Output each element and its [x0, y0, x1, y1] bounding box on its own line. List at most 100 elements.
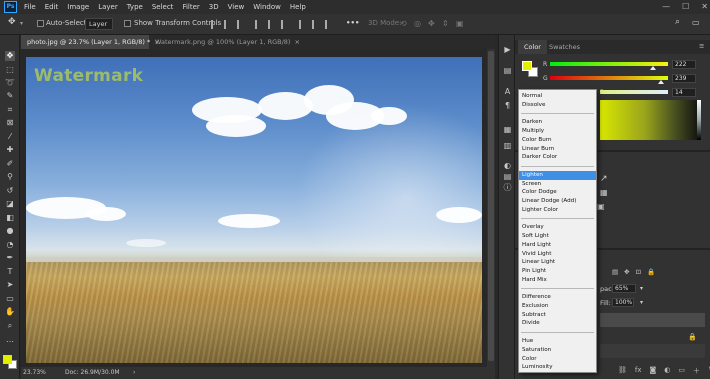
chevron-down-icon[interactable]: ▾	[640, 285, 643, 292]
menu-item-edit[interactable]: Edit	[45, 0, 59, 14]
align-top-icon[interactable]	[255, 20, 262, 29]
edit-toolbar-icon[interactable]: …	[5, 335, 15, 345]
character-icon[interactable]: A	[503, 87, 512, 96]
type-tool-icon[interactable]: T	[5, 267, 15, 277]
eraser-tool-icon[interactable]: ◪	[5, 199, 15, 209]
green-slider[interactable]	[550, 76, 668, 80]
zoom-level[interactable]: 23.73%	[23, 367, 46, 379]
close-window-button[interactable]: ✕	[701, 0, 708, 14]
auto-select-target-select[interactable]: Layer	[85, 18, 113, 30]
quick-select-tool-icon[interactable]: ✎	[5, 91, 15, 101]
properties-icon[interactable]: ▥	[503, 141, 512, 150]
auto-select-checkbox[interactable]	[37, 20, 44, 27]
green-value-input[interactable]: 239	[672, 74, 696, 83]
blend-mode-color[interactable]: Color	[519, 355, 596, 364]
adjustments-icon[interactable]: ◐	[503, 161, 512, 170]
document-canvas[interactable]: Watermark	[26, 57, 482, 363]
more-options-button[interactable]: •••	[346, 19, 359, 27]
blend-mode-normal[interactable]: Normal	[519, 92, 596, 101]
paragraph-icon[interactable]: ¶	[503, 101, 512, 110]
healing-brush-tool-icon[interactable]: ✚	[5, 145, 15, 155]
align-middle-icon[interactable]	[268, 20, 275, 29]
dodge-tool-icon[interactable]: ◔	[5, 240, 15, 250]
red-slider-caret[interactable]	[650, 66, 656, 70]
status-menu-arrow[interactable]: ›	[133, 367, 135, 379]
chevron-down-icon[interactable]: ▾	[20, 20, 23, 27]
align-center-icon[interactable]	[224, 20, 231, 29]
menu-item-type[interactable]: Type	[127, 0, 143, 14]
3d-roll-icon[interactable]: ◎	[414, 19, 421, 28]
zoom-tool-icon[interactable]: ⌕	[5, 321, 15, 331]
tab-swatches[interactable]: Swatches	[543, 40, 586, 54]
menu-item-3d[interactable]: 3D	[209, 0, 219, 14]
blue-value-input[interactable]: 14	[672, 88, 696, 97]
blend-mode-linear-light[interactable]: Linear Light	[519, 258, 596, 267]
blend-mode-multiply[interactable]: Multiply	[519, 127, 596, 136]
align-left-icon[interactable]	[211, 20, 218, 29]
red-value-input[interactable]: 222	[672, 60, 696, 69]
blend-mode-darker-color[interactable]: Darker Color	[519, 153, 596, 162]
close-tab-icon[interactable]: ×	[294, 38, 299, 46]
panel-foreground-swatch[interactable]	[522, 61, 532, 71]
menu-item-view[interactable]: View	[228, 0, 245, 14]
move-tool-icon[interactable]: ✥	[8, 17, 16, 27]
history-icon[interactable]: ▤	[503, 66, 512, 75]
menu-item-select[interactable]: Select	[152, 0, 174, 14]
blend-mode-color-burn[interactable]: Color Burn	[519, 136, 596, 145]
3d-slide-icon[interactable]: ⇕	[442, 19, 449, 28]
blend-mode-difference[interactable]: Difference	[519, 293, 596, 302]
brush-tool-icon[interactable]: ✐	[5, 159, 15, 169]
distribute-middle-icon[interactable]	[312, 20, 319, 29]
pen-tool-icon[interactable]: ✒	[5, 253, 15, 263]
adjustments-gradient-icon[interactable]: ▣	[597, 202, 605, 211]
chevron-down-icon[interactable]: ▾	[640, 299, 643, 306]
styles-icon[interactable]: ▤	[503, 172, 512, 181]
blend-mode-soft-light[interactable]: Soft Light	[519, 232, 596, 241]
hand-tool-icon[interactable]: ✋	[5, 307, 15, 317]
blend-mode-lighter-color[interactable]: Lighter Color	[519, 206, 596, 215]
spectrum-ramp[interactable]	[697, 100, 701, 140]
blur-tool-icon[interactable]: ●	[5, 226, 15, 236]
libraries-icon[interactable]: ▦	[503, 125, 512, 134]
color-spectrum[interactable]	[600, 100, 700, 140]
new-group-icon[interactable]: ▭	[678, 366, 685, 379]
show-transform-checkbox[interactable]	[124, 20, 131, 27]
tab-photo-jpg[interactable]: photo.jpg @ 23.7% (Layer 1, RGB/8) * ×	[21, 35, 160, 49]
frame-tool-icon[interactable]: ⊠	[5, 118, 15, 128]
link-layers-icon[interactable]: ⛓	[618, 366, 627, 379]
blend-mode-saturation[interactable]: Saturation	[519, 346, 596, 355]
distribute-bottom-icon[interactable]	[325, 20, 332, 29]
blend-mode-lighten[interactable]: Lighten	[519, 170, 596, 180]
adjustments-curve-icon[interactable]: ↗	[600, 174, 608, 184]
3d-rotate-icon[interactable]: ⟲	[400, 19, 407, 28]
panel-menu-icon[interactable]: ≡	[699, 42, 704, 50]
minimize-button[interactable]: —	[662, 0, 670, 14]
blend-mode-dissolve[interactable]: Dissolve	[519, 101, 596, 110]
vertical-scrollbar[interactable]	[487, 49, 495, 367]
blend-mode-divide[interactable]: Divide	[519, 319, 596, 328]
distribute-top-icon[interactable]	[299, 20, 306, 29]
blend-mode-pin-light[interactable]: Pin Light	[519, 267, 596, 276]
tab-watermark-png[interactable]: Watermark.png @ 100% (Layer 1, RGB/8) ×	[149, 35, 307, 49]
layer-lock-icons[interactable]: ▤✥⊡🔒	[612, 268, 661, 276]
workspace-icon[interactable]: ▭	[692, 18, 700, 27]
play-icon[interactable]: ▶	[503, 45, 512, 54]
blend-mode-screen[interactable]: Screen	[519, 180, 596, 189]
paint-bucket-tool-icon[interactable]: ◧	[5, 213, 15, 223]
watermark-text[interactable]: Watermark	[34, 66, 143, 86]
marquee-tool-icon[interactable]: ⬚	[5, 65, 15, 75]
layer-style-icon[interactable]: fx	[635, 366, 642, 379]
scrollbar-thumb[interactable]	[488, 51, 494, 361]
move-tool-icon[interactable]: ✥	[5, 51, 15, 61]
fill-input[interactable]: 100%	[612, 298, 634, 307]
menu-item-window[interactable]: Window	[253, 0, 281, 14]
lasso-tool-icon[interactable]: ➰	[5, 78, 15, 88]
menu-item-file[interactable]: File	[24, 0, 36, 14]
menu-item-layer[interactable]: Layer	[98, 0, 118, 14]
add-mask-icon[interactable]: ◙	[650, 366, 657, 379]
blend-mode-hard-light[interactable]: Hard Light	[519, 241, 596, 250]
path-selection-tool-icon[interactable]: ➤	[5, 280, 15, 290]
layer-row[interactable]	[600, 344, 705, 358]
history-brush-tool-icon[interactable]: ↺	[5, 186, 15, 196]
3d-pan-icon[interactable]: ✥	[428, 19, 435, 28]
